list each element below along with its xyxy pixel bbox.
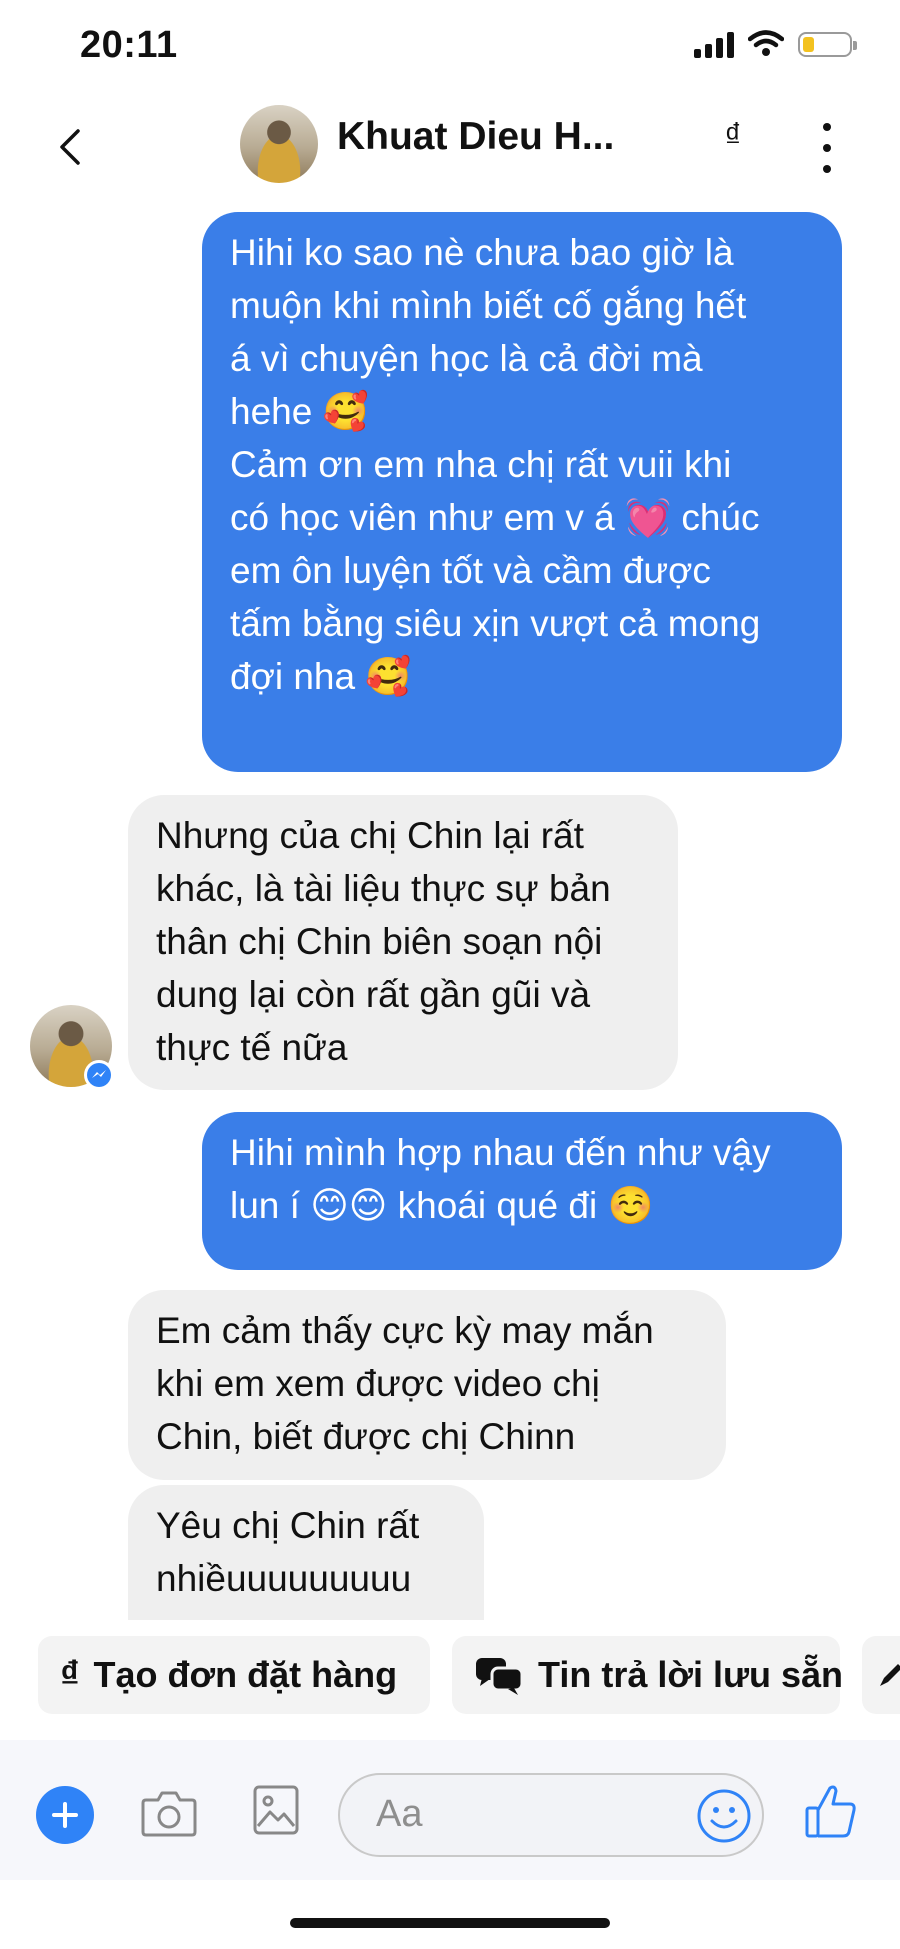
contact-name[interactable]: Khuat Dieu H... <box>337 115 614 159</box>
wifi-icon <box>748 30 784 56</box>
thumbs-up-icon[interactable] <box>804 1782 858 1840</box>
message-bubble-incoming[interactable]: Nhưng của chị Chin lại rất khác, là tài … <box>128 795 678 1090</box>
order-currency-button[interactable]: ₫ <box>713 117 753 156</box>
camera-icon[interactable] <box>140 1788 198 1838</box>
quick-reply-bar: ₫ Tạo đơn đặt hàng Tin trả lời lưu sẵn <box>0 1636 900 1720</box>
emoji-icon[interactable] <box>696 1788 752 1844</box>
create-order-chip[interactable]: ₫ Tạo đơn đặt hàng <box>38 1636 430 1714</box>
image-icon[interactable] <box>252 1784 300 1836</box>
message-bubble-outgoing[interactable]: Hihi mình hợp nhau đến như vậy lun í 😊😊 … <box>202 1112 842 1270</box>
more-options-button[interactable] <box>812 123 842 173</box>
message-input-placeholder: Aa <box>376 1793 423 1835</box>
contact-avatar[interactable] <box>240 105 318 183</box>
chat-bubbles-icon <box>474 1654 524 1696</box>
messenger-badge-icon <box>84 1060 114 1090</box>
currency-icon: ₫ <box>60 1653 80 1696</box>
message-composer: Aa <box>0 1740 900 1880</box>
create-order-label: Tạo đơn đặt hàng <box>93 1654 398 1695</box>
message-bubble-incoming[interactable]: Em cảm thấy cực kỳ may mắn khi em xem đư… <box>128 1290 726 1480</box>
message-bubble-outgoing[interactable]: Hihi ko sao nè chưa bao giờ là muộn khi … <box>202 212 842 772</box>
status-bar: 20:11 <box>0 0 900 95</box>
battery-icon <box>798 31 857 57</box>
chat-header: Khuat Dieu H... ₫ <box>0 95 900 195</box>
status-icons <box>694 30 857 58</box>
chevron-left-icon <box>60 129 80 165</box>
edit-chip[interactable] <box>862 1636 900 1714</box>
message-bubble-incoming[interactable]: Yêu chị Chin rất nhiềuuuuuuuuu <box>128 1485 484 1620</box>
home-indicator <box>290 1918 610 1928</box>
saved-replies-label: Tin trả lời lưu sẵn <box>538 1654 844 1695</box>
saved-replies-chip[interactable]: Tin trả lời lưu sẵn <box>452 1636 844 1714</box>
pencil-icon <box>880 1664 900 1686</box>
plus-icon <box>52 1802 78 1828</box>
status-time: 20:11 <box>80 24 178 66</box>
back-button[interactable] <box>50 117 90 177</box>
signal-icon <box>694 30 734 58</box>
add-button[interactable] <box>36 1786 94 1844</box>
